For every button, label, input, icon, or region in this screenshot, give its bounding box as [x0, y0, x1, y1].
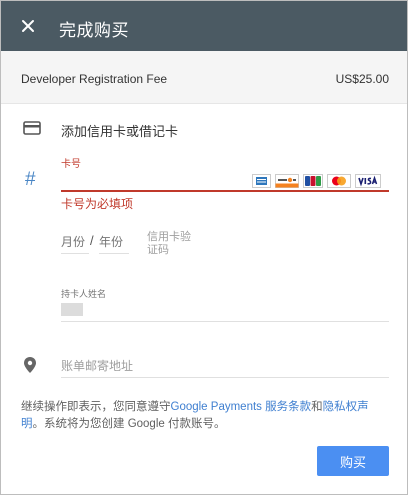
expiry-separator: /	[90, 233, 94, 248]
expiry-year-underline	[99, 253, 129, 254]
expiry-month-underline	[61, 253, 89, 254]
expiry-year-input[interactable]	[99, 231, 129, 253]
expiry-month-input[interactable]	[61, 231, 89, 253]
cardholder-name-underline	[61, 321, 389, 322]
billing-address-input[interactable]	[61, 355, 389, 378]
close-icon[interactable]	[15, 13, 41, 39]
fee-amount: US$25.00	[335, 72, 389, 86]
jcb-logo	[303, 174, 323, 188]
cardholder-name-value[interactable]	[61, 303, 83, 316]
terms-suffix: 。系统将为您创建 Google 付款账号。	[32, 418, 226, 430]
location-pin-icon	[23, 356, 37, 379]
amex-logo	[252, 174, 271, 188]
visa-logo	[355, 174, 381, 188]
dialog-title: 完成购买	[59, 21, 129, 40]
buy-button[interactable]: 购买	[317, 446, 389, 476]
fee-label: Developer Registration Fee	[21, 72, 168, 86]
payments-terms-link[interactable]: Google Payments 服务条款	[171, 401, 312, 413]
fee-summary: Developer Registration Fee US$25.00	[1, 51, 407, 104]
terms-middle: 和	[311, 401, 323, 413]
card-number-error: 卡号为必填项	[61, 197, 134, 211]
cardholder-name-label: 持卡人姓名	[61, 289, 107, 299]
add-card-row[interactable]: 添加信用卡或借记卡	[1, 113, 407, 145]
purchase-dialog: 完成购买 Developer Registration Fee US$25.00…	[0, 0, 408, 495]
hash-icon: #	[25, 169, 36, 190]
terms-text: 继续操作即表示，您同意遵守Google Payments 服务条款和隐私权声明。…	[21, 399, 391, 433]
cvc-field[interactable]: 信用卡验证码	[147, 231, 197, 257]
card-brand-logos	[252, 174, 381, 189]
credit-card-icon	[23, 121, 41, 140]
terms-prefix: 继续操作即表示，您同意遵守	[21, 401, 171, 413]
mastercard-logo	[327, 174, 351, 188]
discover-logo	[275, 174, 299, 188]
dialog-header: 完成购买	[1, 1, 407, 51]
add-card-label: 添加信用卡或借记卡	[61, 124, 179, 139]
